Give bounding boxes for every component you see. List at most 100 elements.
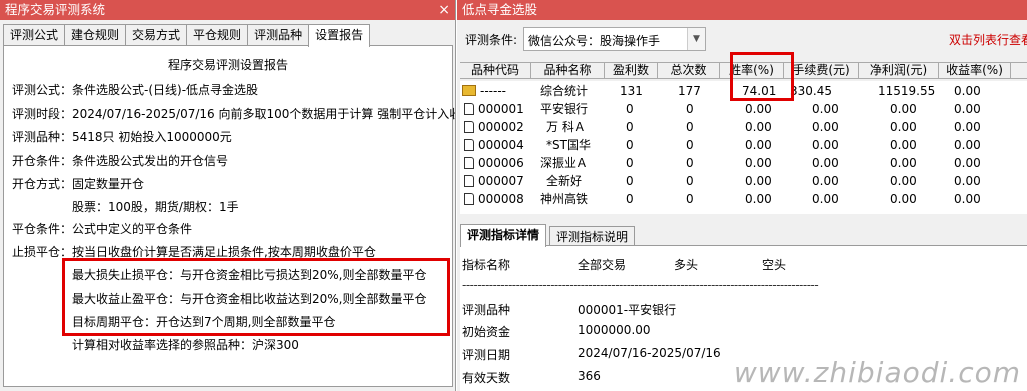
report-line-open-mode: 开仓方式：固定数量开仓: [12, 177, 145, 191]
cell-code: ------: [480, 84, 506, 98]
highlight-box-close-rules: [62, 258, 450, 336]
tab-trade-mode[interactable]: 交易方式: [125, 24, 188, 46]
col-return[interactable]: 收益率(%): [938, 63, 1010, 78]
tab-open-rules[interactable]: 建仓规则: [64, 24, 127, 46]
cell-profit: 0.00: [890, 120, 917, 134]
cell-profit: 0.00: [890, 174, 917, 188]
folder-icon: [462, 85, 476, 96]
cell-win-rate: 0.00: [745, 120, 772, 134]
cell-return: 0.00: [954, 120, 981, 134]
cell-name: 万 科Ａ: [546, 120, 586, 134]
cell-return: 0.00: [954, 156, 981, 170]
detail-label-capital: 初始资金: [462, 325, 511, 339]
col-total[interactable]: 总次数: [657, 63, 719, 78]
cell-wins: 0: [626, 174, 634, 188]
cell-fee: 0.00: [812, 102, 839, 116]
indicator-detail-panel: 指标名称 全部交易 多头 空头 ------------------------…: [460, 245, 1027, 391]
report-title: 程序交易评测设置报告: [167, 58, 288, 72]
document-icon: [464, 139, 474, 151]
tab-indicator-details[interactable]: 评测指标详情: [460, 224, 547, 247]
right-title-bar[interactable]: 低点寻金选股: [457, 0, 1027, 20]
tab-close-rules[interactable]: 平仓规则: [186, 24, 249, 46]
cell-profit: 0.00: [890, 192, 917, 206]
cell-wins: 131: [620, 84, 643, 98]
cell-win-rate: 0.00: [745, 192, 772, 206]
col-name[interactable]: 品种名称: [530, 63, 604, 78]
document-icon: [464, 121, 474, 133]
cell-total: 0: [686, 138, 694, 152]
cell-name: 综合统计: [540, 84, 589, 98]
cell-profit: 0.00: [890, 138, 917, 152]
detail-header-name: 指标名称: [462, 258, 511, 272]
detail-value-capital: 1000000.00: [578, 323, 651, 337]
watermark: www.zhibiaodi.com: [733, 356, 1021, 389]
criteria-select[interactable]: 微信公众号：股海操作手 ▼: [523, 27, 706, 51]
detail-header-short: 空头: [762, 258, 787, 272]
cell-return: 0.00: [954, 138, 981, 152]
left-title-bar[interactable]: 程序交易评测系统 ×: [0, 0, 455, 20]
detail-label-dates: 评测日期: [462, 348, 511, 362]
cell-return: 0.00: [954, 174, 981, 188]
report-line-open-condition: 开仓条件：条件选股公式发出的开仓信号: [12, 154, 229, 168]
cell-total: 0: [686, 192, 694, 206]
report-line-period: 评测时段：2024/07/16-2025/07/16 向前多取100个数据用于计…: [12, 107, 456, 121]
detail-header-all: 全部交易: [578, 258, 627, 272]
cell-name: 平安银行: [540, 102, 589, 116]
cell-wins: 0: [626, 120, 634, 134]
cell-win-rate: 0.00: [745, 138, 772, 152]
cell-total: 0: [686, 174, 694, 188]
tab-indicator-notes[interactable]: 评测指标说明: [549, 226, 636, 246]
cell-profit: 0.00: [890, 156, 917, 170]
tab-formula[interactable]: 评测公式: [3, 24, 66, 46]
cell-fee: 0.00: [812, 120, 839, 134]
cell-fee: 0.00: [812, 192, 839, 206]
report-line-instruments: 评测品种：5418只 初始投入1000000元: [12, 130, 232, 144]
col-profit[interactable]: 净利润(元): [858, 63, 938, 78]
report-line-benchmark: 计算相对收益率选择的参照品种：沪深300: [72, 338, 299, 352]
detail-label-valid-days: 有效天数: [462, 371, 511, 385]
cell-win-rate: 0.00: [745, 102, 772, 116]
cell-win-rate: 0.00: [745, 174, 772, 188]
cell-fee: 0.00: [812, 138, 839, 152]
cell-profit: 0.00: [890, 102, 917, 116]
cell-wins: 0: [626, 156, 634, 170]
cell-total: 0: [686, 102, 694, 116]
detail-value-instrument: 000001-平安银行: [578, 303, 677, 317]
double-click-hint: 双击列表行查看: [949, 33, 1027, 47]
cell-code: 000007: [478, 174, 524, 188]
document-icon: [464, 193, 474, 205]
report-line-close-condition: 平仓条件：公式中定义的平仓条件: [12, 222, 193, 236]
col-extra: [1010, 63, 1027, 78]
detail-value-dates: 2024/07/16-2025/07/16: [578, 346, 721, 360]
tab-instruments[interactable]: 评测品种: [247, 24, 310, 46]
cell-return: 0.00: [954, 192, 981, 206]
right-window-title: 低点寻金选股: [462, 2, 538, 17]
cell-wins: 0: [626, 102, 634, 116]
cell-total: 0: [686, 120, 694, 134]
document-icon: [464, 157, 474, 169]
tab-settings-report[interactable]: 设置报告: [308, 24, 371, 47]
cell-name: 全新好: [546, 174, 583, 188]
detail-value-valid-days: 366: [578, 369, 601, 383]
evaluation-system-window: 程序交易评测系统 × 评测公式 建仓规则 交易方式 平仓规则 评测品种 设置报告…: [0, 0, 456, 391]
col-wins[interactable]: 盈利数: [604, 63, 657, 78]
criteria-select-value: 微信公众号：股海操作手: [528, 34, 661, 48]
cell-return: 0.00: [954, 102, 981, 116]
col-code[interactable]: 品种代码: [460, 63, 530, 78]
report-panel: 程序交易评测设置报告 评测公式：条件选股公式-(日线)-低点寻金选股 评测时段：…: [3, 45, 456, 387]
left-window-title: 程序交易评测系统: [5, 2, 106, 17]
detail-label-instrument: 评测品种: [462, 303, 511, 317]
cell-name: 深振业Ａ: [540, 156, 589, 170]
cell-code: 000001: [478, 102, 524, 116]
chevron-down-icon[interactable]: ▼: [687, 28, 705, 50]
cell-name: 神州高铁: [540, 192, 589, 206]
stock-selection-window: 低点寻金选股 评测条件: 微信公众号：股海操作手 ▼ 双击列表行查看 品种代码 …: [457, 0, 1027, 391]
col-fee[interactable]: 手续费(元): [783, 63, 858, 78]
left-tab-bar: 评测公式 建仓规则 交易方式 平仓规则 评测品种 设置报告: [3, 24, 371, 47]
close-icon[interactable]: ×: [438, 0, 450, 20]
cell-total: 177: [678, 84, 701, 98]
cell-fee: 330.45: [790, 84, 832, 98]
detail-header-long: 多头: [674, 258, 699, 272]
document-icon: [464, 103, 474, 115]
cell-code: 000006: [478, 156, 524, 170]
